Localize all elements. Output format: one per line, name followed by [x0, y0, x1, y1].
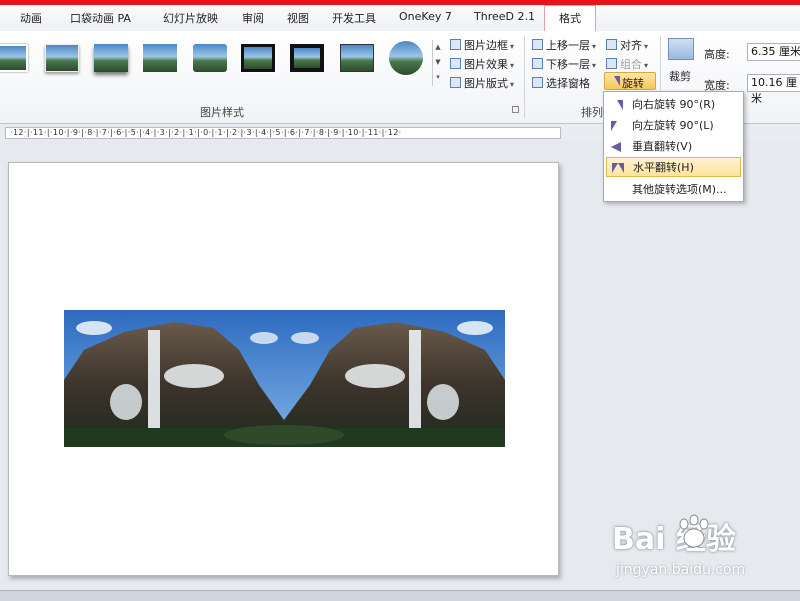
ruler-scale: ·12·|·11·|·10·|·9·|·8·|·7·|·6·|·5·|·4·|·…: [10, 128, 402, 137]
rotate-dropdown-menu: 向右旋转 90°(R) 向左旋转 90°(L) 垂直翻转(V) 水平翻转(H) …: [603, 91, 744, 202]
flip-horizontal-icon: [612, 163, 624, 173]
send-backward-icon: [532, 58, 543, 69]
style-thumb[interactable]: [0, 44, 28, 72]
align-label: 对齐: [620, 39, 642, 52]
height-input[interactable]: 6.35 厘米: [747, 43, 800, 61]
picture-effects-label: 图片效果: [464, 58, 508, 71]
tab-view[interactable]: 视图: [287, 10, 309, 26]
style-thumb[interactable]: [290, 44, 324, 72]
tab-onekey[interactable]: OneKey 7: [399, 10, 452, 23]
selection-pane-button[interactable]: 选择窗格: [532, 75, 590, 91]
group-button[interactable]: 组合 ▾: [606, 56, 648, 72]
menu-item-flip-vertical[interactable]: 垂直翻转(V): [606, 137, 741, 157]
picture-effects-icon: [450, 58, 461, 69]
dropdown-arrow-icon: ▾: [592, 61, 597, 70]
arrange-group-label: 排列: [581, 106, 603, 119]
send-backward-label: 下移一层: [546, 58, 590, 71]
send-backward-button[interactable]: 下移一层 ▾: [532, 56, 596, 72]
tab-slideshow[interactable]: 幻灯片放映: [163, 10, 218, 26]
tab-threed[interactable]: ThreeD 2.1: [474, 10, 535, 23]
style-thumb[interactable]: [389, 41, 423, 75]
selection-pane-label: 选择窗格: [546, 77, 590, 90]
ribbon-tabs: 动画 口袋动画 PA 幻灯片放映 审阅 视图 开发工具 OneKey 7 Thr…: [0, 5, 800, 32]
rotate-label: 旋转: [622, 77, 644, 90]
picture-styles-group-label: 图片样式: [200, 106, 244, 119]
bring-forward-label: 上移一层: [546, 39, 590, 52]
gallery-down-icon[interactable]: ▼: [433, 55, 443, 70]
style-thumb[interactable]: [240, 43, 276, 73]
group-label: 组合: [620, 58, 642, 71]
tab-developer[interactable]: 开发工具: [332, 10, 376, 26]
tab-review[interactable]: 审阅: [242, 10, 264, 26]
dropdown-arrow-icon: ▾: [644, 61, 649, 70]
style-thumb[interactable]: [94, 44, 128, 72]
rotate-right-icon: [611, 100, 623, 110]
baidu-paw-icon: [679, 514, 709, 548]
mirrored-waterfall-image: [64, 310, 505, 447]
picture-layout-label: 图片版式: [464, 77, 508, 90]
crop-button[interactable]: 裁剪: [662, 36, 700, 96]
align-button[interactable]: 对齐 ▾: [606, 37, 648, 53]
gallery-more-icon[interactable]: ▾: [433, 70, 443, 85]
dropdown-arrow-icon: ▾: [510, 80, 515, 89]
baidu-watermark: Bai 经验 jingyan.baidu.com: [612, 514, 772, 584]
status-bar: [0, 590, 800, 601]
baidu-url: jingyan.baidu.com: [616, 562, 746, 578]
menu-item-flip-horizontal[interactable]: 水平翻转(H): [606, 157, 741, 177]
dropdown-arrow-icon: ▾: [592, 42, 597, 51]
tab-pocket-animation[interactable]: 口袋动画 PA: [70, 10, 131, 26]
align-icon: [606, 39, 617, 50]
picture-border-icon: [450, 39, 461, 50]
horizontal-ruler[interactable]: ·12·|·11·|·10·|·9·|·8·|·7·|·6·|·5·|·4·|·…: [5, 127, 561, 139]
style-thumb[interactable]: [193, 44, 227, 72]
waterfall-picture[interactable]: [64, 310, 505, 447]
bring-forward-icon: [532, 39, 543, 50]
selection-pane-icon: [532, 77, 543, 88]
crop-label: 裁剪: [669, 70, 691, 83]
picture-layout-icon: [450, 77, 461, 88]
menu-item-rotate-right[interactable]: 向右旋转 90°(R): [606, 95, 741, 115]
height-label: 高度:: [704, 48, 730, 61]
dropdown-arrow-icon: ▾: [644, 42, 649, 51]
crop-icon: [668, 38, 694, 60]
picture-style-gallery: [0, 36, 440, 82]
width-input[interactable]: 10.16 厘米: [747, 74, 800, 105]
dialog-launcher-icon[interactable]: [512, 106, 519, 113]
style-thumb[interactable]: [143, 44, 177, 72]
menu-item-more-rotation[interactable]: 其他旋转选项(M)...: [606, 180, 741, 200]
style-thumb[interactable]: [45, 44, 79, 72]
rotate-icon: [608, 76, 620, 86]
tab-format[interactable]: 格式: [544, 5, 596, 31]
picture-effects-button[interactable]: 图片效果 ▾: [450, 56, 514, 72]
rotate-left-icon: [611, 121, 623, 131]
dropdown-arrow-icon: ▾: [510, 42, 515, 51]
group-separator: [524, 36, 525, 118]
picture-border-button[interactable]: 图片边框 ▾: [450, 37, 514, 53]
picture-layout-button[interactable]: 图片版式 ▾: [450, 75, 514, 91]
dropdown-arrow-icon: ▾: [510, 61, 515, 70]
gallery-up-icon[interactable]: ▲: [433, 40, 443, 55]
picture-border-label: 图片边框: [464, 39, 508, 52]
gallery-scroll[interactable]: ▲ ▼ ▾: [432, 40, 443, 86]
menu-item-rotate-left[interactable]: 向左旋转 90°(L): [606, 116, 741, 136]
flip-vertical-icon: [611, 142, 621, 152]
group-icon: [606, 58, 617, 69]
rotate-button[interactable]: 旋转: [604, 72, 656, 90]
bring-forward-button[interactable]: 上移一层 ▾: [532, 37, 596, 53]
tab-animations[interactable]: 动画: [20, 10, 42, 26]
style-thumb[interactable]: [340, 44, 374, 72]
